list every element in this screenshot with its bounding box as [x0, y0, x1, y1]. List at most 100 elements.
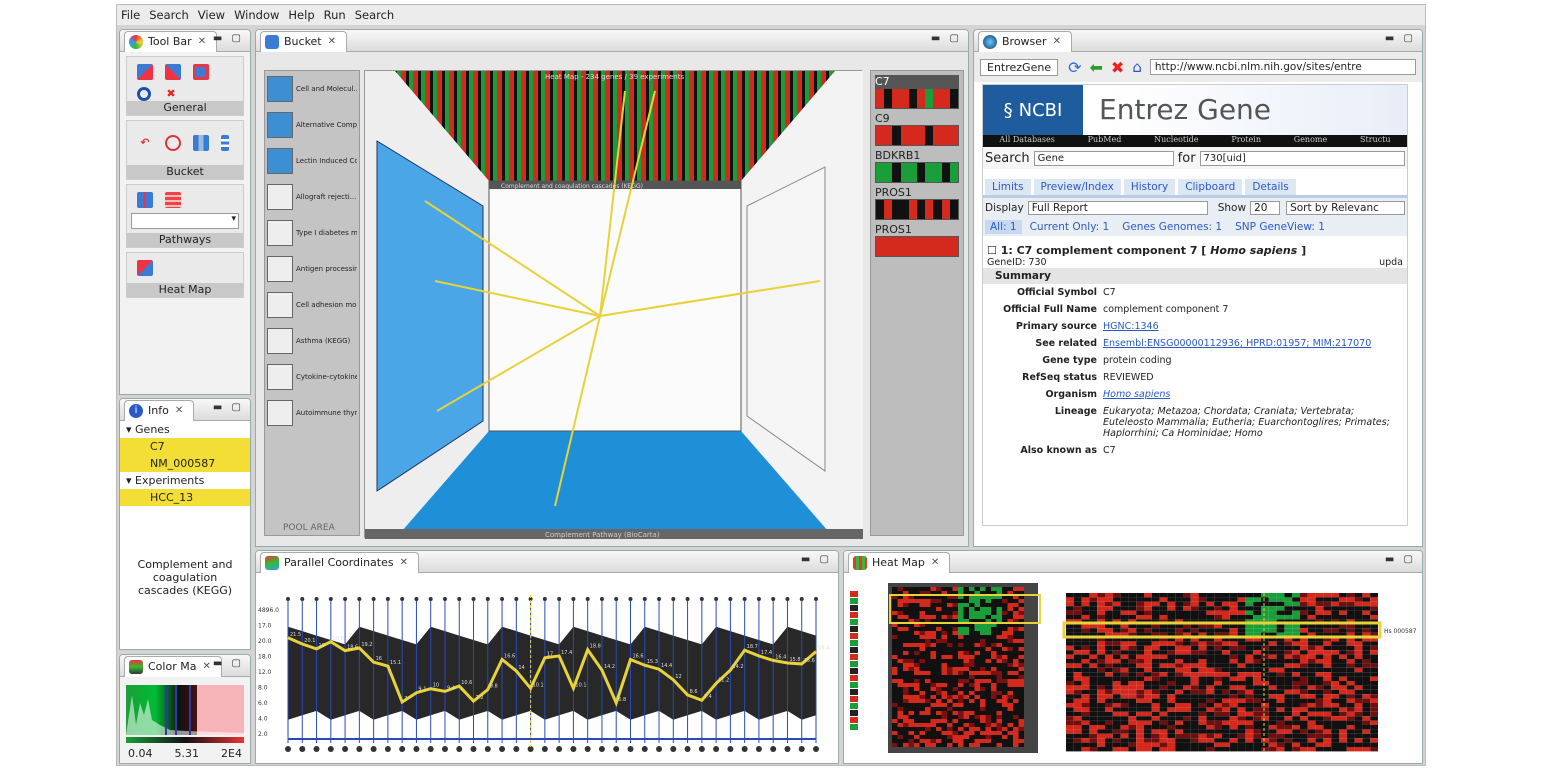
pool-item[interactable]: Cytokine-cytokine Recep... [265, 359, 359, 395]
show-select[interactable]: 20 [1250, 201, 1281, 215]
clear-selection-icon[interactable] [137, 64, 153, 80]
minimize-maximize-icons[interactable]: ▬ ▢ [213, 33, 244, 44]
info-tab[interactable]: i Info ✕ [124, 399, 195, 421]
toolbar-tab[interactable]: Tool Bar ✕ [124, 30, 218, 52]
result-tab-genomes[interactable]: Genes Genomes: 1 [1117, 220, 1227, 234]
menu-run[interactable]: Run [324, 8, 346, 22]
gene-symbol[interactable]: C7 [120, 438, 250, 455]
heatmap-clustering-icon[interactable] [137, 260, 153, 276]
minimize-maximize-icons[interactable]: ▬ ▢ [931, 33, 962, 44]
snapshot-icon[interactable] [193, 64, 209, 80]
nav-protein[interactable]: Protein [1231, 135, 1261, 147]
menu-window[interactable]: Window [234, 8, 279, 22]
list-layout-icon[interactable] [221, 135, 229, 151]
menu-help[interactable]: Help [288, 8, 314, 22]
pool-item[interactable]: Cell adhesion mo... [265, 287, 359, 323]
gene-field-value[interactable]: Ensembl:ENSG00000112936; HPRD:01957; MIM… [1103, 338, 1407, 349]
minimize-maximize-icons[interactable]: ▬ ▢ [213, 402, 244, 413]
parallel-tab[interactable]: Parallel Coordinates ✕ [260, 551, 419, 573]
pool-item[interactable]: Allograft rejecti... [265, 179, 359, 215]
close-icon[interactable]: ✕ [198, 36, 206, 47]
refresh-icon[interactable]: ⟳ [1068, 58, 1081, 77]
pathway-split-icon[interactable] [137, 192, 153, 208]
minimize-maximize-icons[interactable]: ▬ ▢ [1385, 554, 1416, 565]
gene-field-value[interactable]: HGNC:1346 [1103, 321, 1407, 332]
nav-pubmed[interactable]: PubMed [1088, 135, 1122, 147]
menu-file[interactable]: File [121, 8, 140, 22]
search-db-select[interactable]: Gene [1033, 150, 1174, 166]
menu-search[interactable]: Search [149, 8, 189, 22]
sort-select[interactable]: Sort by Relevanc [1286, 201, 1405, 215]
database-select[interactable]: EntrezGene [980, 58, 1059, 76]
result-checkbox[interactable]: ☐ [987, 244, 997, 257]
close-icon[interactable]: ✕ [931, 557, 939, 568]
parallel-coordinates-plot[interactable]: 21.520.11920.618.6 19.21615.179.110 9.410.… [256, 573, 836, 761]
pool-item[interactable]: Type I diabetes m... [265, 215, 359, 251]
search-icon[interactable] [137, 87, 151, 101]
nav-all-databases[interactable]: All Databases [999, 135, 1054, 147]
back-icon[interactable]: ⬅ [1090, 58, 1103, 77]
result-tab-all[interactable]: All: 1 [985, 220, 1022, 234]
pool-item[interactable]: Asthma (KEGG) [265, 323, 359, 359]
pathway-dropdown[interactable]: ▾ [131, 213, 239, 229]
close-icon[interactable]: ✕ [328, 36, 336, 47]
menu-search-2[interactable]: Search [355, 8, 395, 22]
bucket-scene[interactable]: Complement and coagulation cascades (KEG… [364, 70, 863, 539]
gene-stripe-item[interactable]: PROS1 [875, 186, 959, 220]
pool-item[interactable]: Autoimmune thyro... [265, 395, 359, 431]
pool-item[interactable]: Antigen processin... [265, 251, 359, 287]
pool-item[interactable]: Lectin Induced Co... [265, 143, 359, 179]
pool-area[interactable]: Cell and Molecul... Alternative Comp... Le… [264, 70, 360, 536]
close-icon[interactable]: ✕ [202, 661, 210, 672]
pathway-grid-icon[interactable] [165, 192, 181, 208]
gene-accession[interactable]: NM_000587 [120, 455, 250, 472]
bucket-tab[interactable]: Bucket ✕ [260, 30, 348, 52]
result-tab-snp[interactable]: SNP GeneView: 1 [1230, 220, 1330, 234]
experiments-node[interactable]: ▾ Experiments [120, 472, 250, 489]
tab-clipboard[interactable]: Clipboard [1178, 179, 1243, 195]
overview-cell [958, 611, 964, 615]
gene-field-value[interactable]: Homo sapiens [1103, 389, 1407, 400]
reset-icon[interactable] [165, 135, 181, 151]
layout-icon[interactable] [193, 135, 209, 151]
overview-cell [930, 699, 936, 703]
genes-node[interactable]: ▾ Genes [120, 421, 250, 438]
close-icon[interactable]: ✕ [400, 557, 408, 568]
display-select[interactable]: Full Report [1027, 201, 1208, 215]
pool-item[interactable]: Cell and Molecul... [265, 71, 359, 107]
overview-cell [919, 659, 925, 663]
close-icon[interactable]: ✕ [1053, 36, 1061, 47]
home-icon[interactable]: ⌂ [1132, 58, 1142, 76]
move-icon[interactable] [165, 64, 181, 80]
undo-icon[interactable]: ↶ [137, 135, 153, 151]
detail-cell [1315, 654, 1324, 659]
close-icon[interactable]: ✕ [175, 405, 183, 416]
remove-icon[interactable]: ✖ [163, 86, 179, 102]
url-field[interactable]: http://www.ncbi.nlm.nih.gov/sites/entre [1149, 59, 1416, 75]
menu-view[interactable]: View [198, 8, 225, 22]
experiment-value[interactable]: HCC_13 [120, 489, 250, 506]
result-tab-current[interactable]: Current Only: 1 [1025, 220, 1115, 234]
tab-history[interactable]: History [1123, 179, 1176, 195]
minimize-maximize-icons[interactable]: ▬ ▢ [213, 658, 244, 669]
tab-limits[interactable]: Limits [985, 179, 1031, 195]
pool-item[interactable]: Alternative Comp... [265, 107, 359, 143]
tab-preview-index[interactable]: Preview/Index [1033, 179, 1121, 195]
gene-stripe-item[interactable]: PROS1 [875, 223, 959, 257]
colormap-tab[interactable]: Color Ma ✕ [124, 655, 222, 677]
nav-nucleotide[interactable]: Nucleotide [1154, 135, 1198, 147]
gene-stripe-item[interactable]: C7 [875, 75, 959, 109]
gene-stripe-item[interactable]: C9 [875, 112, 959, 146]
minimize-maximize-icons[interactable]: ▬ ▢ [801, 554, 832, 565]
search-query-input[interactable]: 730[uid] [1199, 150, 1405, 166]
minimize-maximize-icons[interactable]: ▬ ▢ [1385, 33, 1416, 44]
tab-details[interactable]: Details [1245, 179, 1296, 195]
color-histogram[interactable] [126, 685, 246, 735]
stop-icon[interactable]: ✖ [1111, 58, 1124, 77]
heatmap-canvas[interactable]: Hs 000587 [844, 573, 1420, 761]
nav-genome[interactable]: Genome [1294, 135, 1327, 147]
heatmap-tab[interactable]: Heat Map ✕ [848, 551, 951, 573]
gene-stripe-item[interactable]: BDKRB1 [875, 149, 959, 183]
browser-tab[interactable]: Browser ✕ [978, 30, 1072, 52]
nav-structure[interactable]: Structu [1360, 135, 1391, 147]
